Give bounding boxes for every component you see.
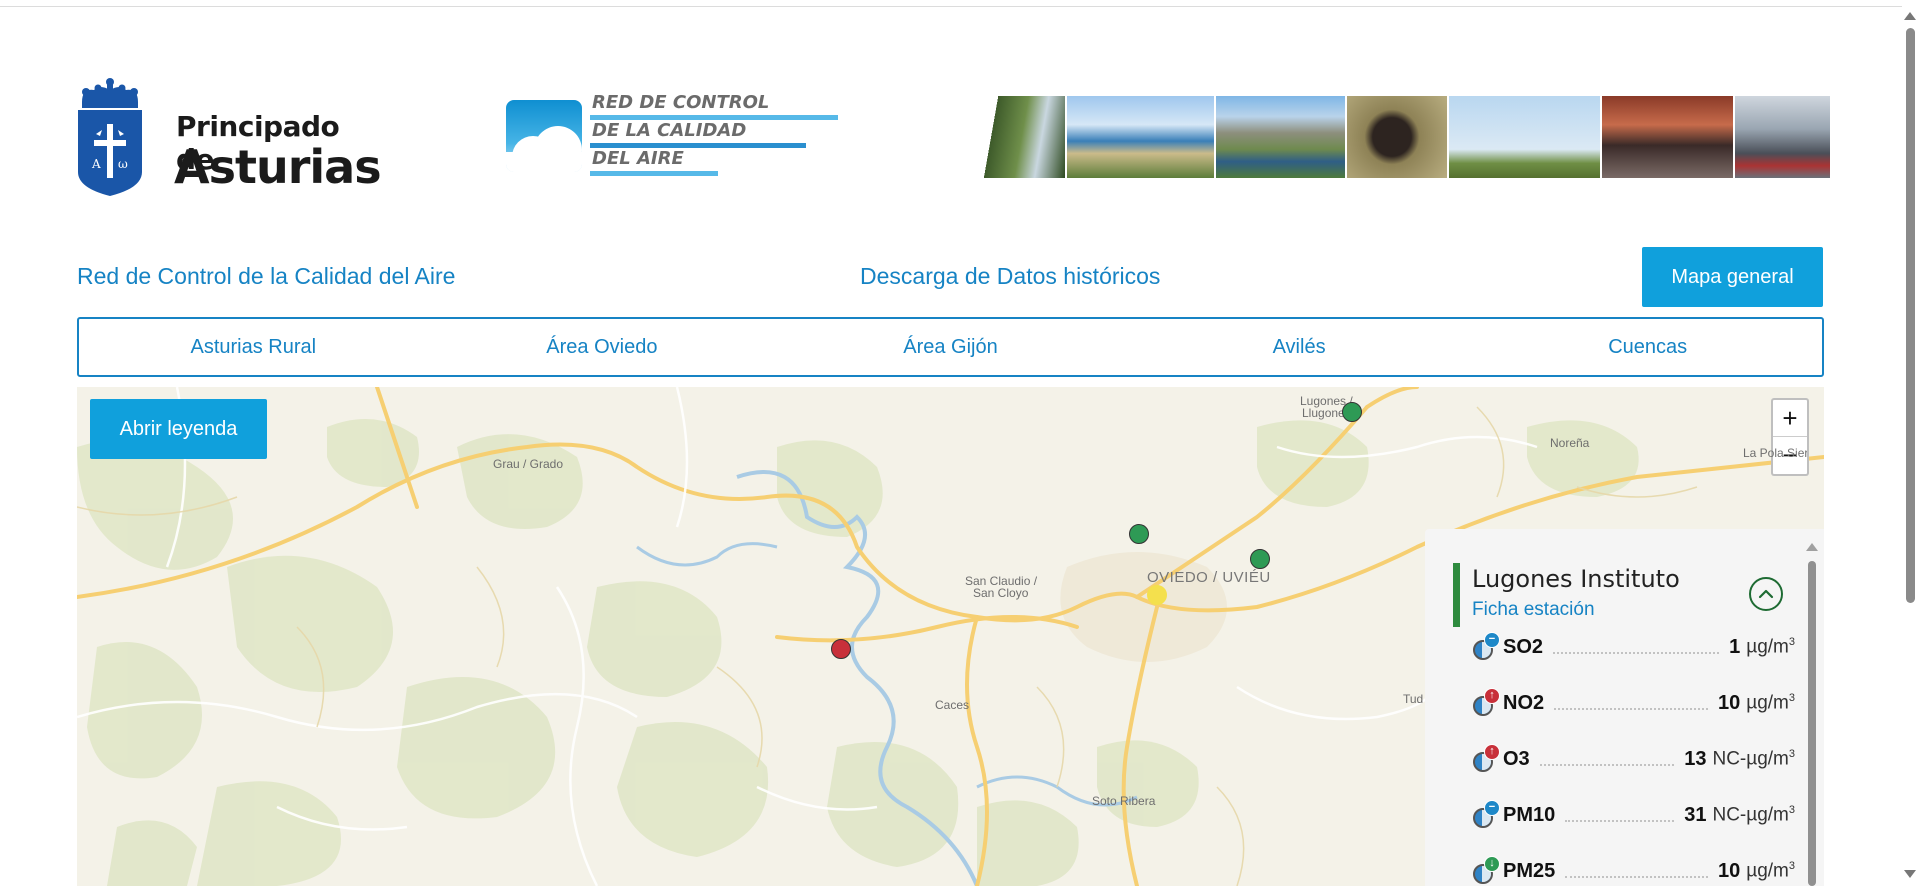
traffic-photo xyxy=(1734,96,1830,178)
red-control-logo[interactable]: RED DE CONTROL DE LA CALIDAD DEL AIRE xyxy=(504,92,844,182)
pollutant-unit: µg/m3 xyxy=(1746,691,1795,714)
capercaillie-photo xyxy=(1347,96,1447,178)
svg-text:A: A xyxy=(91,157,101,171)
pollutant-row[interactable]: − PM10 31 NC-µg/m3 xyxy=(1473,800,1795,830)
station-marker-oviedo-center[interactable] xyxy=(1147,585,1167,605)
asturias-crest-icon: A ω xyxy=(78,78,142,196)
pollutant-value: 10 xyxy=(1718,859,1741,882)
place-label-caces: Caces xyxy=(935,698,970,712)
principado-asturias-logo[interactable]: A ω Principado de Asturias xyxy=(76,76,386,196)
dotted-leader xyxy=(1554,696,1708,710)
place-label-la-pola: La Pola Siero xyxy=(1743,447,1807,460)
pollutant-name: NO2 xyxy=(1503,691,1545,714)
dotted-leader xyxy=(1539,752,1675,766)
pollutant-value: 1 xyxy=(1729,635,1741,658)
header-photo-banner xyxy=(978,96,1832,178)
place-label-grado: Grau / Grado xyxy=(493,457,564,471)
tab-cuencas[interactable]: Cuencas xyxy=(1473,336,1822,359)
pollutant-unit: µg/m3 xyxy=(1746,859,1795,882)
area-tabs: Asturias Rural Área Oviedo Área Gijón Av… xyxy=(77,317,1824,377)
page-scrollbar[interactable] xyxy=(1906,28,1915,603)
trend-icon: ↑ xyxy=(1484,688,1500,704)
mapa-general-button[interactable]: Mapa general xyxy=(1642,247,1823,307)
station-name: Lugones Instituto xyxy=(1472,565,1680,593)
descarga-datos-link[interactable]: Descarga de Datos históricos xyxy=(860,263,1160,290)
pollutant-gauge-icon: ↓ xyxy=(1473,856,1500,884)
trend-icon: − xyxy=(1484,632,1500,648)
beach-photo xyxy=(1067,96,1215,178)
site-header: A ω Principado de Asturias RED DE CONTRO… xyxy=(0,0,1902,230)
panel-scroll-up-arrow[interactable] xyxy=(1806,543,1818,551)
pollutant-name: PM25 xyxy=(1503,859,1556,882)
station-info-panel: Lugones Instituto Ficha estación − SO2 1 µg… xyxy=(1425,529,1824,886)
dotted-leader xyxy=(1565,864,1708,878)
place-label-oviedo: OVIEDO / UVIÉU xyxy=(1147,569,1271,586)
logo-text-line2: Asturias xyxy=(174,140,382,194)
pollutant-row[interactable]: ↓ PM25 10 µg/m3 xyxy=(1473,856,1795,886)
place-label-soto-ribera: Soto Ribera xyxy=(1092,794,1156,808)
zoom-control: + − xyxy=(1771,398,1809,476)
chevron-up-icon xyxy=(1758,589,1774,599)
place-label-tud: Tud xyxy=(1403,692,1424,706)
tab-area-gijon[interactable]: Área Gijón xyxy=(776,336,1125,359)
place-label-san-claudio-2: San Cloyo xyxy=(973,586,1029,600)
station-marker-southwest[interactable] xyxy=(831,639,851,659)
pollutant-row[interactable]: − SO2 1 µg/m3 xyxy=(1473,632,1795,662)
red-control-link[interactable]: Red de Control de la Calidad del Aire xyxy=(77,263,455,290)
pollutant-unit: µg/m3 xyxy=(1746,635,1795,658)
pollutant-row[interactable]: ↑ NO2 10 µg/m3 xyxy=(1473,688,1795,718)
pollutant-name: O3 xyxy=(1503,747,1530,770)
page-scroll-down-arrow[interactable] xyxy=(1904,870,1916,878)
zoom-in-button[interactable]: + xyxy=(1773,400,1807,437)
cloud-icon xyxy=(506,100,582,172)
waterfall-photo xyxy=(978,96,1066,178)
open-legend-button[interactable]: Abrir leyenda xyxy=(90,399,267,459)
pollutant-name: PM10 xyxy=(1503,803,1556,826)
pollutant-gauge-icon: − xyxy=(1473,632,1500,660)
trend-icon: ↓ xyxy=(1484,856,1500,872)
tab-area-oviedo[interactable]: Área Oviedo xyxy=(428,336,777,359)
pollutant-name: SO2 xyxy=(1503,635,1544,658)
pollutant-gauge-icon: ↑ xyxy=(1473,688,1500,716)
pollutant-unit: NC-µg/m3 xyxy=(1712,803,1795,826)
ficha-estacion-link[interactable]: Ficha estación xyxy=(1472,599,1595,621)
stations-map[interactable]: Abrir leyenda + − Grau / Grado Lugones /… xyxy=(77,387,1824,886)
collapse-panel-button[interactable] xyxy=(1749,577,1783,611)
pollutant-gauge-icon: ↑ xyxy=(1473,744,1500,772)
station-marker-oviedo-east[interactable] xyxy=(1250,549,1270,569)
page-scroll-up-arrow[interactable] xyxy=(1904,12,1916,20)
tab-aviles[interactable]: Avilés xyxy=(1125,336,1474,359)
wind-turbines-photo xyxy=(1448,96,1600,178)
dotted-leader xyxy=(1565,808,1675,822)
pollutant-gauge-icon: − xyxy=(1473,800,1500,828)
pollutant-row[interactable]: ↑ O3 13 NC-µg/m3 xyxy=(1473,744,1795,774)
pollutant-unit: NC-µg/m3 xyxy=(1712,747,1795,770)
trend-icon: ↑ xyxy=(1484,744,1500,760)
tab-asturias-rural[interactable]: Asturias Rural xyxy=(79,336,428,359)
panel-scrollbar[interactable] xyxy=(1808,561,1816,886)
station-status-bar xyxy=(1453,563,1460,627)
svg-text:ω: ω xyxy=(118,157,128,171)
dotted-leader xyxy=(1553,640,1720,654)
station-marker-oviedo-north[interactable] xyxy=(1129,524,1149,544)
trend-icon: − xyxy=(1484,800,1500,816)
lake-photo xyxy=(1216,96,1346,178)
pollutant-value: 13 xyxy=(1684,747,1707,770)
place-label-norena: Noreña xyxy=(1550,436,1590,450)
pollutant-value: 10 xyxy=(1718,691,1741,714)
chimneys-photo xyxy=(1601,96,1733,178)
pollutant-value: 31 xyxy=(1684,803,1707,826)
station-marker-lugones[interactable] xyxy=(1342,402,1362,422)
